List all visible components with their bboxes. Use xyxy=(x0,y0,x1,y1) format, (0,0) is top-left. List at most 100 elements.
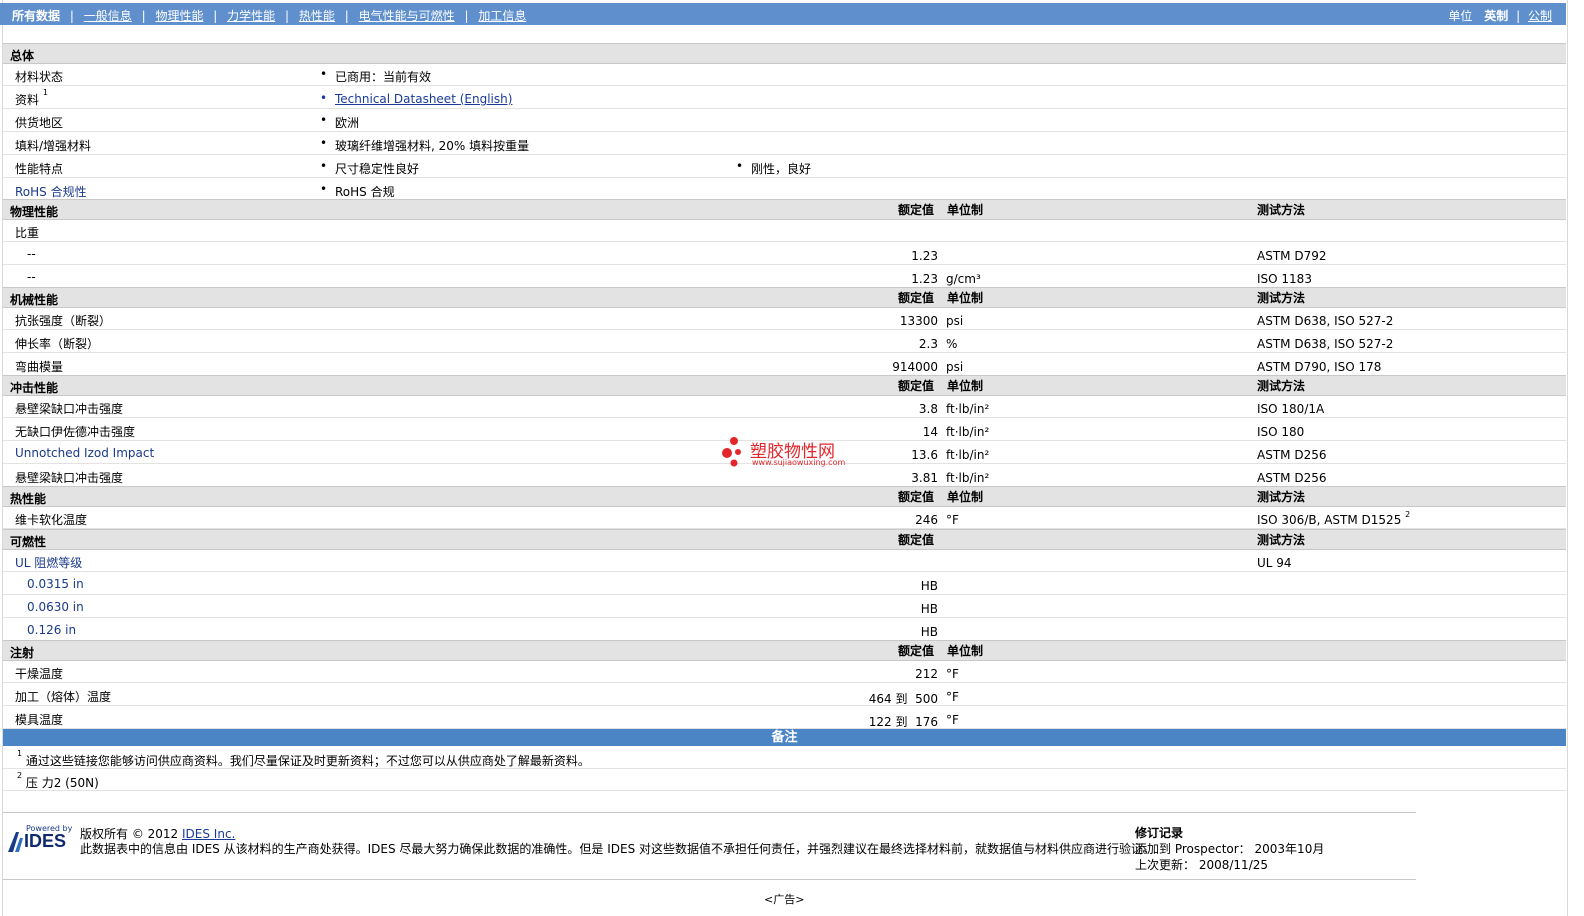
row-test-method: ISO 180/1A xyxy=(1257,402,1325,416)
col-nominal: 额定值 xyxy=(898,291,935,305)
row-unit: psi xyxy=(946,360,964,374)
row-unit: ft·lb/in² xyxy=(946,402,990,416)
units-metric-link[interactable]: 公制 xyxy=(1528,9,1552,23)
top-nav-bar: 所有数据 | 一般信息 | 物理性能 | 力学性能 | 热性能 | 电气性能与可… xyxy=(0,3,1566,25)
row-value: 3.81 xyxy=(911,471,938,485)
col-nominal: 额定值 xyxy=(898,490,935,504)
ides-company-link[interactable]: IDES Inc. xyxy=(182,827,235,841)
col-test-method: 测试方法 xyxy=(1257,533,1306,547)
row-value: 刚性，良好 xyxy=(736,159,811,177)
section-general-header: 总体 xyxy=(3,43,1566,64)
disclaimer-text: 此数据表中的信息由 IDES 从该材料的生产商处获得。IDES 尽最大努力确保此… xyxy=(80,842,1156,856)
footnote-ref: 1 xyxy=(42,88,48,97)
row-value: 14 xyxy=(922,425,938,439)
row-label: 比重 xyxy=(15,226,40,240)
row-test-method: ISO 180 xyxy=(1257,425,1305,439)
col-nominal: 额定值 xyxy=(898,203,935,217)
row-value: 464 到 500 xyxy=(868,692,938,706)
units-separator: | xyxy=(1516,9,1521,23)
row-test-method: ASTM D256 xyxy=(1257,471,1327,485)
tab-processing[interactable]: 加工信息 xyxy=(478,9,526,23)
row-label: 维卡软化温度 xyxy=(15,513,88,527)
nav-separator: | xyxy=(344,9,349,23)
logo-text: IDES xyxy=(24,831,67,851)
nav-separator: | xyxy=(285,9,290,23)
section-thermal-header: 热性能 额定值 单位制 测试方法 xyxy=(3,486,1566,507)
table-row: UL 阻燃等级 UL 94 xyxy=(3,549,1566,572)
general-row-region: 供货地区 欧洲 xyxy=(3,109,1566,132)
row-label: 无缺口伊佐德冲击强度 xyxy=(15,425,136,439)
table-row: 伸长率（断裂） 2.3 % ASTM D638, ISO 527-2 xyxy=(3,330,1566,353)
row-label: 抗张强度（断裂） xyxy=(15,314,112,328)
row-value: 尺寸稳定性良好 xyxy=(320,159,419,177)
section-title: 注射 xyxy=(10,646,35,660)
section-impact-header: 冲击性能 额定值 单位制 测试方法 xyxy=(3,375,1566,396)
general-row-features: 性能特点 尺寸稳定性良好 刚性，良好 xyxy=(3,155,1566,178)
col-test-method: 测试方法 xyxy=(1257,490,1306,504)
general-row-docs: 资料 1 Technical Datasheet (English) xyxy=(3,86,1566,109)
col-nominal: 额定值 xyxy=(898,644,935,658)
tab-all-data[interactable]: 所有数据 xyxy=(12,9,60,23)
nav-separator: | xyxy=(141,9,146,23)
row-label: 干燥温度 xyxy=(15,667,64,681)
tab-physical[interactable]: 物理性能 xyxy=(155,9,203,23)
row-label: 悬壁梁缺口冲击强度 xyxy=(15,402,124,416)
tab-electrical-flammability[interactable]: 电气性能与可燃性 xyxy=(359,9,455,23)
row-test-method: ASTM D638, ISO 527-2 xyxy=(1257,337,1394,351)
col-test-method: 测试方法 xyxy=(1257,203,1306,217)
nav-separator: | xyxy=(69,9,74,23)
row-value: HB xyxy=(920,579,938,593)
general-row-rohs: RoHS 合规性 RoHS 合规 xyxy=(3,178,1566,201)
row-unit: g/cm³ xyxy=(946,272,981,286)
table-row: 维卡软化温度 246 °F ISO 306/B, ASTM D1525 2 xyxy=(3,506,1566,529)
row-unit: ft·lb/in² xyxy=(946,425,990,439)
row-unit: psi xyxy=(946,314,964,328)
footer-divider xyxy=(3,879,1416,880)
section-title: 冲击性能 xyxy=(10,381,59,395)
row-label: 供货地区 xyxy=(15,116,64,130)
row-unit: % xyxy=(946,337,958,351)
added-to-prospector: 添加到 Prospector： 2003年10月 xyxy=(1135,842,1325,856)
notes-header: 备注 xyxy=(3,729,1566,746)
col-nominal: 额定值 xyxy=(898,379,935,393)
table-row: 加工（熔体）温度 464 到 500 °F xyxy=(3,683,1566,706)
section-physical-header: 物理性能 额定值 单位制 测试方法 xyxy=(3,199,1566,220)
table-row: 0.0630 in HB xyxy=(3,595,1566,618)
col-unit: 单位制 xyxy=(947,490,984,504)
ides-logo: Powered by IDES xyxy=(8,824,72,852)
technical-datasheet-link[interactable]: Technical Datasheet (English) xyxy=(320,91,512,106)
section-tabs: 所有数据 | 一般信息 | 物理性能 | 力学性能 | 热性能 | 电气性能与可… xyxy=(12,7,526,24)
section-flammability-header: 可燃性 额定值 测试方法 xyxy=(3,529,1566,550)
section-title: 机械性能 xyxy=(10,293,59,307)
row-value: 欧洲 xyxy=(320,113,359,131)
table-row: 比重 xyxy=(3,219,1566,242)
row-value: RoHS 合规 xyxy=(320,182,395,200)
row-label: RoHS 合规性 xyxy=(15,185,87,199)
row-label: 资料 1 xyxy=(15,88,48,107)
table-row: 抗张强度（断裂） 13300 psi ASTM D638, ISO 527-2 xyxy=(3,307,1566,330)
section-injection-header: 注射 额定值 单位制 xyxy=(3,640,1566,661)
row-label: Unnotched Izod Impact xyxy=(15,446,155,460)
revision-title: 修订记录 xyxy=(1135,826,1184,840)
general-row-filler: 填料/增强材料 玻璃纤维增强材料, 20% 填料按重量 xyxy=(3,132,1566,155)
row-label: 加工（熔体）温度 xyxy=(15,690,112,704)
table-row: 弯曲模量 914000 psi ASTM D790, ISO 178 xyxy=(3,353,1566,376)
row-label: 伸长率（断裂） xyxy=(15,337,100,351)
col-unit: 单位制 xyxy=(947,644,984,658)
row-value: HB xyxy=(920,602,938,616)
row-unit: °F xyxy=(946,667,959,681)
nav-separator: | xyxy=(213,9,218,23)
table-row: 干燥温度 212 °F xyxy=(3,660,1566,683)
section-mechanical-header: 机械性能 额定值 单位制 测试方法 xyxy=(3,287,1566,308)
row-label: 弯曲模量 xyxy=(15,360,64,374)
row-unit: ft·lb/in² xyxy=(946,448,990,462)
row-test-method: ASTM D792 xyxy=(1257,249,1327,263)
table-row: 悬壁梁缺口冲击强度 3.8 ft·lb/in² ISO 180/1A xyxy=(3,395,1566,418)
row-test-method: ISO 306/B, ASTM D1525 2 xyxy=(1257,510,1411,527)
last-updated: 上次更新： 2008/11/25 xyxy=(1135,858,1269,872)
row-unit: ft·lb/in² xyxy=(946,471,990,485)
tab-thermal[interactable]: 热性能 xyxy=(299,9,335,23)
tab-general-info[interactable]: 一般信息 xyxy=(84,9,132,23)
row-value: 246 xyxy=(915,513,938,527)
tab-mechanical[interactable]: 力学性能 xyxy=(227,9,275,23)
